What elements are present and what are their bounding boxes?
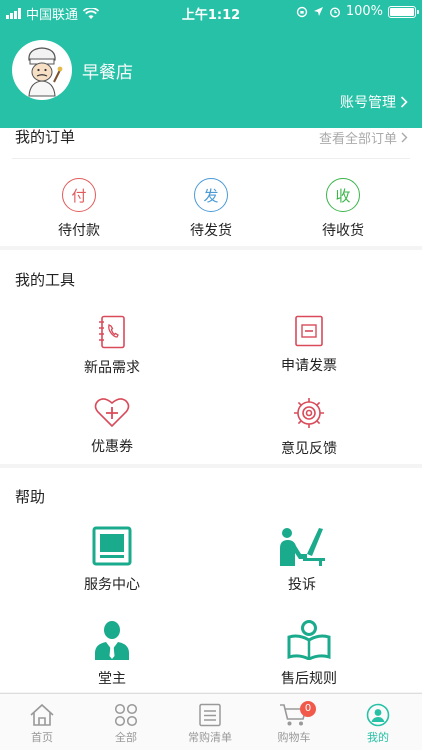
account-management-link[interactable]: 账号管理 — [340, 92, 408, 112]
orders-title: 我的订单 — [15, 128, 76, 146]
gear-icon — [292, 396, 326, 430]
coupon-label: 优惠券 — [91, 439, 133, 455]
divider — [12, 158, 410, 159]
battery-icon — [388, 5, 419, 18]
orders-section: 我的订单 查看全部订单 付 待付款 发 待发货 收 待收货 — [0, 128, 422, 246]
tab-frequent-list[interactable]: 常购清单 — [168, 694, 252, 750]
status-bar: 中国联通 上午1:12 100% — [0, 0, 422, 24]
pending-receipt-button[interactable]: 收 待收货 — [288, 178, 398, 240]
battery-level — [390, 7, 414, 16]
tab-home-label: 首页 — [31, 731, 53, 744]
complaint-button[interactable]: 投诉 — [247, 526, 357, 594]
person-at-desk-icon — [277, 526, 327, 566]
coupon-button[interactable]: 优惠券 — [57, 396, 167, 456]
grid-icon — [114, 703, 138, 727]
after-sales-rules-label: 售后规则 — [281, 671, 337, 687]
battery-percent: 100% — [345, 4, 383, 19]
home-icon — [30, 703, 54, 726]
shop-avatar[interactable] — [12, 40, 72, 100]
profile-icon — [366, 703, 390, 727]
request-invoice-label: 申请发票 — [281, 358, 337, 374]
list-icon — [199, 703, 221, 727]
feedback-button[interactable]: 意见反馈 — [254, 396, 364, 458]
tools-title: 我的工具 — [15, 271, 76, 289]
tab-frequent-list-label: 常购清单 — [188, 731, 232, 744]
chevron-right-icon — [401, 132, 408, 143]
tab-cart[interactable]: 0 购物车 — [252, 694, 336, 750]
after-sales-rules-button[interactable]: 售后规则 — [254, 620, 364, 688]
alarm-icon — [329, 6, 340, 18]
tab-mine-label: 我的 — [367, 731, 389, 744]
account-management-label: 账号管理 — [340, 95, 396, 111]
ship-icon: 发 — [194, 178, 228, 212]
heart-plus-icon — [94, 396, 130, 428]
hall-manager-label: 堂主 — [98, 671, 126, 687]
manager-icon — [94, 620, 130, 660]
tab-all[interactable]: 全部 — [84, 694, 168, 750]
monitor-icon — [92, 526, 132, 566]
profile-header: 中国联通 上午1:12 100% 早餐店 账号管理 — [0, 0, 422, 128]
feedback-label: 意见反馈 — [281, 441, 337, 457]
new-product-request-button[interactable]: 新品需求 — [57, 315, 167, 377]
service-center-label: 服务中心 — [84, 577, 140, 593]
pending-payment-button[interactable]: 付 待付款 — [24, 178, 134, 240]
receive-icon: 收 — [326, 178, 360, 212]
complaint-label: 投诉 — [288, 577, 316, 593]
pending-shipment-label: 待发货 — [190, 223, 232, 239]
request-invoice-button[interactable]: 申请发票 — [254, 315, 364, 375]
chevron-right-icon — [400, 96, 408, 108]
invoice-icon — [294, 315, 324, 347]
tab-all-label: 全部 — [115, 731, 137, 744]
bottom-tab-bar: 首页 全部 常购清单 0 购物车 我的 — [0, 693, 422, 750]
tab-mine[interactable]: 我的 — [336, 694, 420, 750]
view-all-orders-label: 查看全部订单 — [318, 132, 397, 147]
pending-payment-label: 待付款 — [58, 223, 100, 239]
pending-receipt-label: 待收货 — [322, 223, 364, 239]
tab-cart-label: 购物车 — [277, 731, 311, 744]
new-product-request-label: 新品需求 — [84, 360, 140, 376]
cart-count-badge: 0 — [300, 701, 316, 717]
rotation-lock-icon — [296, 6, 308, 17]
help-title: 帮助 — [15, 488, 46, 506]
hall-manager-button[interactable]: 堂主 — [57, 620, 167, 688]
tab-home[interactable]: 首页 — [0, 694, 84, 750]
reading-icon — [286, 620, 332, 660]
pay-icon: 付 — [62, 178, 96, 212]
chef-avatar-icon — [28, 47, 63, 97]
view-all-orders-link[interactable]: 查看全部订单 — [319, 128, 408, 147]
shop-name: 早餐店 — [82, 63, 133, 83]
help-section: 帮助 服务中心 投诉 堂主 售后规则 — [0, 468, 422, 692]
pending-shipment-button[interactable]: 发 待发货 — [156, 178, 266, 240]
tools-section: 我的工具 新品需求 申请发票 优惠券 意见反馈 — [0, 250, 422, 464]
phonebook-icon — [97, 315, 127, 349]
service-center-button[interactable]: 服务中心 — [57, 526, 167, 594]
location-icon — [313, 7, 323, 16]
